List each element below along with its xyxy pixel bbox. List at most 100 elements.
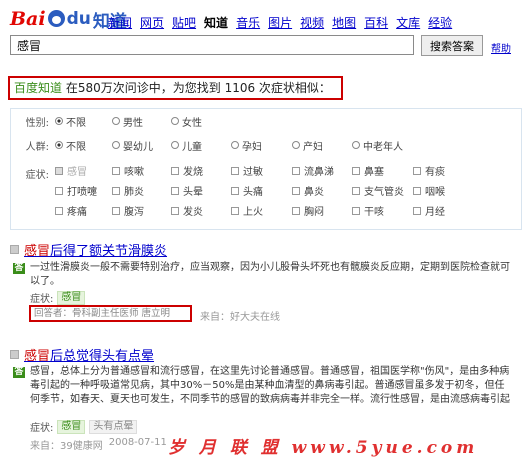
symptom-checkbox[interactable]: 打喷嚏 [55, 183, 97, 198]
checkbox-icon [413, 166, 421, 175]
symptom-label: 鼻塞 [364, 167, 384, 178]
checkbox-icon [171, 206, 179, 215]
symptom-checkbox[interactable]: 感冒 [55, 163, 87, 178]
nav-link-news[interactable]: 新闻 [108, 14, 132, 31]
symptom-checkbox[interactable]: 咽喉 [413, 183, 445, 198]
nav-link-jingyan[interactable]: 经验 [428, 14, 452, 31]
symptom-label: 支气管炎 [364, 187, 404, 198]
checkbox-icon [171, 186, 179, 195]
symptom-label: 过敏 [243, 167, 263, 178]
nav-link-video[interactable]: 视频 [300, 14, 324, 31]
result-title-1[interactable]: 感冒后得了额关节滑膜炎 [10, 240, 167, 259]
symptom-checkbox[interactable]: 有痰 [413, 163, 445, 178]
answer-text-2: 感冒，总体上分为普通感冒和流行感冒，在这里先讨论普通感冒。普通感冒，祖国医学称"… [30, 366, 510, 405]
radio-icon [55, 117, 63, 125]
age-option-pregnant[interactable]: 孕妇 [231, 138, 262, 153]
filter-row-gender: 性别: 不限 男性 女性 [11, 113, 202, 129]
age-option-any[interactable]: 不限 [55, 138, 86, 153]
symptom-label: 月经 [425, 207, 445, 218]
radio-icon [171, 117, 179, 125]
symptom-checkbox[interactable]: 疼痛 [55, 203, 87, 218]
logo-text-bai: Bai [10, 8, 46, 30]
symptom-checkbox[interactable]: 胸闷 [292, 203, 324, 218]
symptom-checkbox[interactable]: 流鼻涕 [292, 163, 334, 178]
checkbox-icon [112, 206, 120, 215]
checkbox-icon [112, 186, 120, 195]
checkbox-icon [292, 186, 300, 195]
answer-source-2: 来自：39健康网 2008-07-11 [30, 437, 167, 452]
document-icon [10, 245, 19, 254]
symptom-checkbox[interactable]: 腹泻 [112, 203, 144, 218]
radio-icon [55, 141, 63, 149]
gender-option-female[interactable]: 女性 [171, 114, 202, 129]
checkbox-icon [413, 206, 421, 215]
checkbox-icon [292, 206, 300, 215]
symptom-label: 流鼻涕 [304, 167, 334, 178]
symptom-tags-2: 症状: 感冒 头有点晕 [30, 419, 138, 434]
checkbox-icon [231, 166, 239, 175]
answer-text-1: 一过性滑膜炎一般不需要特别治疗，应当观察，因为小儿股骨头坏死也有髋膜炎反应期，定… [30, 262, 510, 287]
nav-link-baike[interactable]: 百科 [364, 14, 388, 31]
symptom-checkbox[interactable]: 鼻炎 [292, 183, 324, 198]
symptom-checkbox[interactable]: 头痛 [231, 183, 263, 198]
symptom-label: 腹泻 [124, 207, 144, 218]
symptom-checkbox[interactable]: 头晕 [171, 183, 203, 198]
age-option-postpartum[interactable]: 产妇 [292, 138, 323, 153]
filter-row-symptom: 症状: [11, 165, 49, 181]
checkbox-icon [352, 186, 360, 195]
symptom-tag[interactable]: 感冒 [57, 419, 86, 434]
search-input[interactable] [10, 35, 414, 55]
radio-icon [171, 141, 179, 149]
age-option-infant[interactable]: 婴幼儿 [112, 138, 153, 153]
symptom-checkbox[interactable]: 鼻塞 [352, 163, 384, 178]
answer-icon: 答 [13, 367, 25, 378]
answer-source-1: 来自：好大夫在线 [200, 312, 280, 323]
symptom-label: 干咳 [364, 207, 384, 218]
checkbox-icon [55, 206, 63, 215]
age-option-elderly[interactable]: 中老年人 [352, 138, 403, 153]
radio-icon [231, 141, 239, 149]
symptom-label: 咳嗽 [124, 167, 144, 178]
summary-text: 在580万次问诊中，为您找到 1106 次症状相似： [65, 81, 331, 95]
symptom-tag[interactable]: 头有点晕 [89, 419, 138, 434]
radio-icon [292, 141, 300, 149]
symptom-checkbox[interactable]: 干咳 [352, 203, 384, 218]
checkbox-icon [171, 166, 179, 175]
symptom-label: 肺炎 [124, 187, 144, 198]
nav-link-tieba[interactable]: 贴吧 [172, 14, 196, 31]
symptom-label: 头晕 [183, 187, 203, 198]
top-nav: 新闻 网页 贴吧 知道 音乐 图片 视频 地图 百科 文库 经验 [108, 14, 452, 31]
result-title-2[interactable]: 感冒后总觉得头有点晕 [10, 345, 154, 364]
radio-icon [112, 117, 120, 125]
nav-link-map[interactable]: 地图 [332, 14, 356, 31]
symptom-label: 上火 [243, 207, 263, 218]
symptom-label: 有痰 [425, 167, 445, 178]
symptom-tags-1: 症状: 感冒 [30, 290, 86, 305]
nav-link-music[interactable]: 音乐 [236, 14, 260, 31]
symptom-checkbox[interactable]: 上火 [231, 203, 263, 218]
symptom-checkbox[interactable]: 月经 [413, 203, 445, 218]
nav-link-images[interactable]: 图片 [268, 14, 292, 31]
symptom-checkbox[interactable]: 发炎 [171, 203, 203, 218]
help-link[interactable]: 帮助 [491, 40, 511, 55]
symptom-label: 发烧 [183, 167, 203, 178]
symptom-checkbox[interactable]: 肺炎 [112, 183, 144, 198]
search-answers-button[interactable]: 搜索答案 [421, 35, 483, 56]
filter-label-symptom: 症状: [25, 169, 49, 181]
symptom-checkbox[interactable]: 咳嗽 [112, 163, 144, 178]
age-option-child[interactable]: 儿童 [171, 138, 202, 153]
logo-text-du: du [66, 9, 91, 29]
symptom-checkbox[interactable]: 发烧 [171, 163, 203, 178]
checkbox-icon [231, 206, 239, 215]
gender-option-male[interactable]: 男性 [112, 114, 143, 129]
symptom-label: 感冒 [67, 167, 87, 178]
responder-info: 回答者：骨科副主任医师 唐立明 [29, 305, 192, 322]
nav-link-wenku[interactable]: 文库 [396, 14, 420, 31]
checkbox-icon [112, 166, 120, 175]
symptom-checkbox[interactable]: 过敏 [231, 163, 263, 178]
checkbox-icon [55, 186, 63, 195]
nav-link-web[interactable]: 网页 [140, 14, 164, 31]
symptom-tag[interactable]: 感冒 [57, 290, 86, 305]
symptom-checkbox[interactable]: 支气管炎 [352, 183, 404, 198]
gender-option-any[interactable]: 不限 [55, 114, 86, 129]
